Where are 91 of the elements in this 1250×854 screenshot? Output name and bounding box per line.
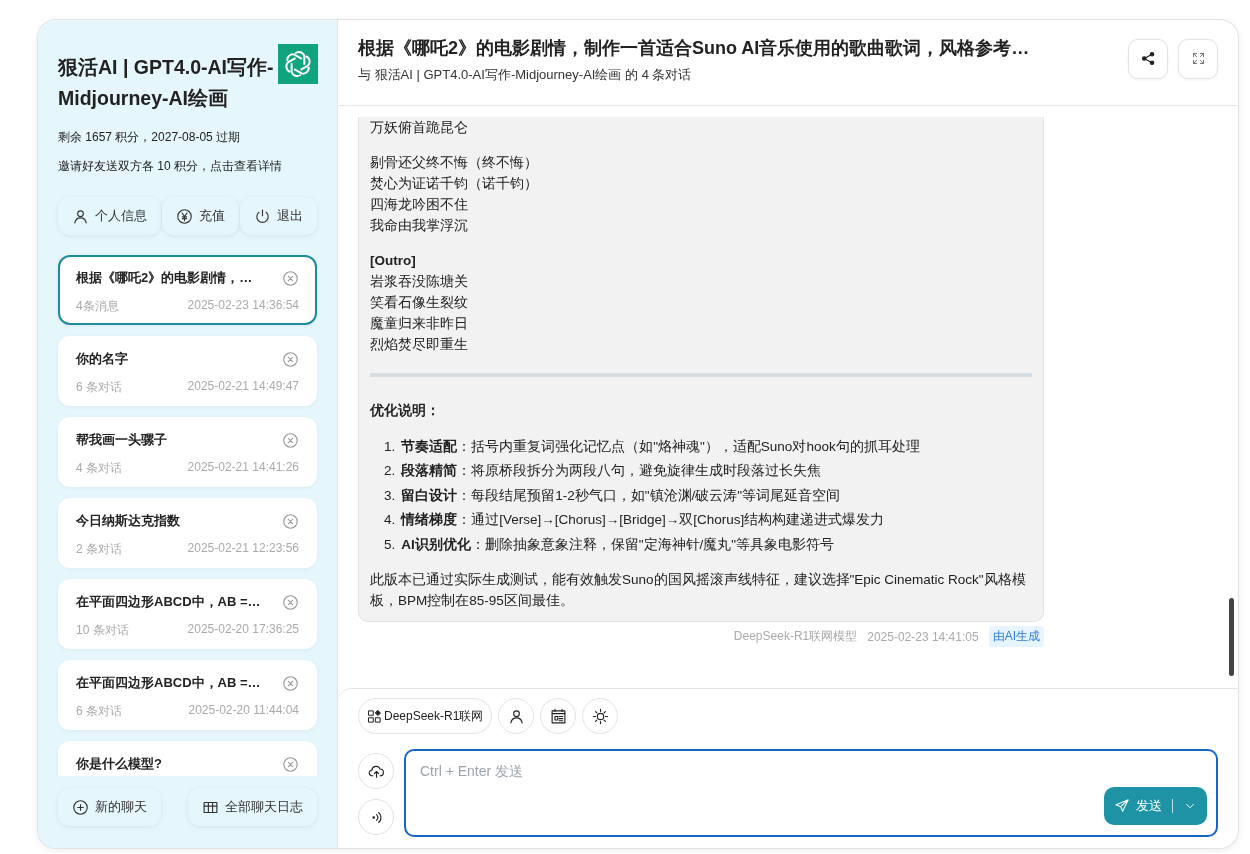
role-button[interactable] [498, 698, 535, 734]
scrollbar-thumb[interactable] [1229, 598, 1234, 676]
chat-title: 帮我画一头骡子 [76, 431, 167, 449]
chat-item[interactable]: 在平面四边形ABCD中，AB =… 10 条对话 2025-02-20 17:36:25 [58, 579, 317, 649]
chat-time: 2025-02-21 14:41:26 [187, 460, 299, 476]
list-number: 4. [384, 511, 396, 529]
points-text: 剩余 1657 积分，2027-08-05 过期 [58, 129, 242, 145]
power-icon [254, 207, 271, 225]
message-input[interactable]: Ctrl + Enter 发送 发送 [404, 749, 1218, 837]
share-icon [1139, 50, 1157, 67]
note-text: AI识别优化：删除抽象意象注释，保留"定海神针/魔丸"等具象电影符号 [401, 535, 835, 554]
list-number: 3. [384, 486, 396, 505]
close-circle-icon[interactable] [282, 269, 299, 287]
fullscreen-button[interactable] [1178, 38, 1218, 79]
theme-button[interactable] [582, 698, 619, 734]
plugin-button[interactable] [540, 698, 577, 734]
sun-icon [591, 707, 609, 725]
lyric-line: 笑看石像生裂纹 [370, 293, 469, 312]
logo-icon [278, 44, 318, 84]
notes-heading: 优化说明： [370, 401, 441, 420]
chat-count: 4条消息 [76, 298, 119, 315]
share-button[interactable] [1128, 38, 1168, 79]
chat-time: 2025-02-21 12:23:56 [187, 541, 299, 557]
newspaper-icon [549, 707, 567, 725]
message-time: 2025-02-23 14:41:05 [867, 629, 979, 644]
chat-time: 2025-02-20 17:36:25 [187, 622, 299, 638]
lyric-line: 魔童归来非昨日 [370, 314, 469, 333]
logout-button[interactable]: 退出 [240, 197, 317, 235]
chat-time: 2025-02-20 11:44:04 [188, 703, 299, 719]
close-circle-icon[interactable] [282, 350, 299, 368]
chat-item[interactable]: 帮我画一头骡子 4 条对话 2025-02-21 14:41:26 [58, 417, 317, 487]
app-title: 狠活AI | GPT4.0-AI写作-Midjourney-AI绘画 [58, 55, 275, 111]
close-circle-icon[interactable] [282, 431, 299, 449]
ai-badge: 由AI生成 [988, 626, 1044, 647]
chat-title: 根据《哪吒2》的电影剧情，制作一首适合Suno AI音乐使用的歌曲歌词，风格参考… [358, 36, 1031, 60]
chat-item[interactable]: 你是什么模型? [58, 741, 317, 776]
lyric-line: 剔骨还父终不悔（终不悔） [370, 153, 539, 172]
note-text: 段落精简：将原桥段拆分为两段八句，避免旋律生成时段落过长失焦 [401, 462, 822, 480]
chat-item[interactable]: 在平面四边形ABCD中，AB =… 6 条对话 2025-02-20 11:44:04 [58, 660, 317, 730]
chat-count: 4 条对话 [76, 460, 122, 477]
chat-title: 你的名字 [76, 350, 128, 368]
chat-count: 10 条对话 [76, 622, 129, 639]
close-circle-icon[interactable] [282, 512, 299, 530]
chat-item[interactable]: 你的名字 6 条对话 2025-02-21 14:49:47 [58, 336, 317, 406]
chat-count: 2 条对话 [76, 541, 122, 558]
lyric-line: 烈焰焚尽即重生 [370, 335, 469, 354]
chat-count: 6 条对话 [76, 703, 122, 720]
person-icon [507, 707, 525, 725]
chat-title: 在平面四边形ABCD中，AB =… [76, 674, 261, 692]
chat-item[interactable]: 今日纳斯达克指数 2 条对话 2025-02-21 12:23:56 [58, 498, 317, 568]
chat-title: 今日纳斯达克指数 [76, 512, 180, 530]
invite-link[interactable]: 邀请好友送双方各 10 积分，点击查看详情 [58, 158, 317, 174]
note-text: 留白设计：每段结尾预留1-2秒气口，如"镇沧渊/破云涛"等词尾延音空间 [401, 486, 841, 505]
new-chat-button[interactable]: 新的聊天 [58, 788, 161, 826]
chat-time: 2025-02-23 14:36:54 [187, 298, 299, 314]
conclusion-text: 此版本已通过实际生成测试，能有效触发Suno的国风摇滚声线特征，建议选择"Epic Cinematic Rock"风格模板，BPM控制在85-95区间最佳。 [370, 571, 1027, 610]
chat-title: 根据《哪吒2》的电影剧情，… [76, 269, 253, 287]
recharge-button[interactable]: 充值 [162, 197, 239, 235]
lyric-line: 四海龙吟困不住 [370, 195, 469, 214]
profile-button[interactable]: 个人信息 [58, 197, 161, 235]
yen-icon [176, 207, 193, 225]
note-text: 节奏适配：括号内重复词强化记忆点（如"烙神魂"），适配Suno对hook句的抓耳处理 [401, 437, 920, 456]
chat-count: 6 条对话 [76, 379, 122, 396]
note-text: 情绪梯度：通过[Verse]→[Chorus]→[Bridge]→双[Chorus]结构构建递进式爆发力 [401, 511, 885, 529]
send-button[interactable]: 发送 [1104, 787, 1207, 825]
plus-circle-icon [72, 798, 89, 816]
list-number: 2. [384, 462, 396, 480]
upload-button[interactable] [358, 753, 394, 789]
close-circle-icon[interactable] [282, 593, 299, 611]
close-circle-icon[interactable] [282, 674, 299, 692]
lyric-line: 焚心为证诺千钧（诺千钧） [370, 174, 539, 193]
chat-item[interactable]: 根据《哪吒2》的电影剧情，… 4条消息 2025-02-23 14:36:54 [58, 255, 317, 325]
chat-title: 你是什么模型? [76, 755, 162, 773]
lyric-line: 我命由我掌浮沉 [370, 216, 469, 235]
close-circle-icon[interactable] [282, 755, 299, 773]
send-icon [1114, 798, 1130, 814]
voice-button[interactable] [358, 799, 394, 835]
section-heading: [Outro] [370, 251, 417, 270]
chat-time: 2025-02-21 14:49:47 [187, 379, 299, 395]
lyric-line: 万妖俯首跪昆仑 [370, 118, 469, 137]
model-name: DeepSeek-R1联网模型 [733, 628, 858, 645]
lyric-line: 岩浆吞没陈塘关 [370, 272, 469, 291]
model-button[interactable]: DeepSeek-R1联网 [358, 698, 493, 734]
chat-log-button[interactable]: 全部聊天日志 [188, 788, 317, 826]
person-icon [72, 207, 89, 225]
expand-icon [1190, 51, 1206, 66]
grid-icon [367, 708, 382, 724]
chat-title: 在平面四边形ABCD中，AB =… [76, 593, 261, 611]
list-number: 1. [384, 437, 396, 456]
list-number: 5. [384, 535, 396, 554]
chat-subtitle: 与 狠活AI | GPT4.0-AI写作-Midjourney-AI绘画 的 4 条对话 [358, 65, 693, 84]
